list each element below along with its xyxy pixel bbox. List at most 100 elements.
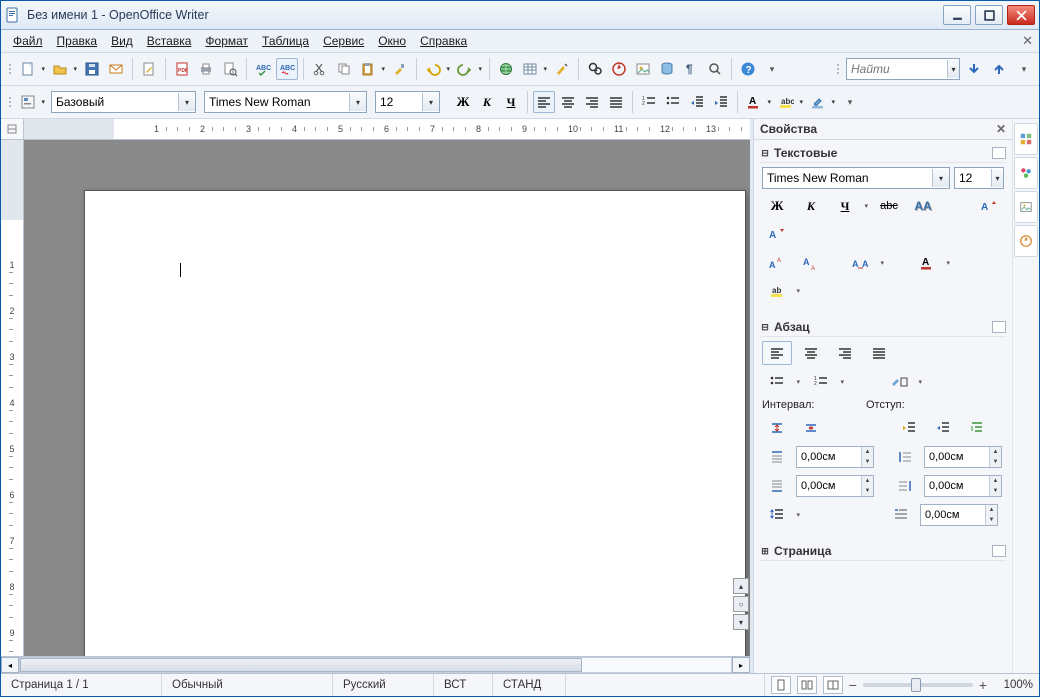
indent-before-input[interactable] bbox=[925, 447, 989, 467]
sidebar-bold-button[interactable]: Ж bbox=[762, 194, 792, 218]
save-button[interactable] bbox=[81, 58, 103, 80]
scroll-track[interactable] bbox=[19, 657, 732, 673]
find-prev-button[interactable] bbox=[988, 58, 1010, 80]
sidebar-superscript-button[interactable]: AA bbox=[762, 251, 792, 275]
styles-button[interactable] bbox=[17, 91, 47, 113]
show-draw-button[interactable] bbox=[551, 58, 573, 80]
para-bullets-button[interactable] bbox=[762, 370, 802, 394]
menu-edit[interactable]: Правка bbox=[51, 32, 104, 50]
align-left-button[interactable] bbox=[533, 91, 555, 113]
horizontal-scrollbar[interactable]: ◂ ▸ bbox=[1, 656, 750, 673]
find-next-button[interactable] bbox=[963, 58, 985, 80]
font-size-combo[interactable]: ▾ bbox=[375, 91, 440, 113]
status-page[interactable]: Страница 1 / 1 bbox=[1, 674, 162, 696]
font-name-combo[interactable]: ▾ bbox=[204, 91, 367, 113]
view-multi-page-button[interactable] bbox=[797, 676, 817, 694]
sidebar-font-color-button[interactable]: A bbox=[912, 251, 952, 275]
status-insert-mode[interactable]: ВСТ bbox=[434, 674, 493, 696]
align-center-button[interactable] bbox=[557, 91, 579, 113]
increase-indent-button[interactable] bbox=[710, 91, 732, 113]
sidebar-underline-button[interactable]: Ч bbox=[830, 194, 870, 218]
paragraph-style-combo[interactable]: ▾ bbox=[51, 91, 196, 113]
find-combo[interactable]: ▾ bbox=[846, 58, 960, 80]
space-above-input[interactable] bbox=[797, 447, 861, 467]
menu-help[interactable]: Справка bbox=[414, 32, 473, 50]
para-space-inc-button[interactable] bbox=[762, 416, 792, 440]
align-justify-button[interactable] bbox=[605, 91, 627, 113]
horizontal-ruler[interactable]: 123456789101112131415 bbox=[1, 119, 750, 140]
chevron-down-icon[interactable]: ▾ bbox=[178, 93, 195, 111]
sidebar-tab-gallery[interactable] bbox=[1014, 191, 1038, 223]
para-numbering-button[interactable]: 12 bbox=[806, 370, 846, 394]
first-line-indent-spin[interactable]: ▲▼ bbox=[920, 504, 998, 526]
page[interactable] bbox=[84, 190, 746, 656]
chevron-down-icon[interactable]: ▾ bbox=[349, 93, 366, 111]
format-toolbar-overflow-icon[interactable]: ▾ bbox=[839, 91, 861, 113]
sidebar-char-spacing-button[interactable]: AA bbox=[846, 251, 886, 275]
menu-view[interactable]: Вид bbox=[105, 32, 139, 50]
menu-tools[interactable]: Сервис bbox=[317, 32, 370, 50]
scroll-right-button[interactable]: ▸ bbox=[732, 657, 750, 673]
status-selection-mode[interactable]: СТАНД bbox=[493, 674, 566, 696]
space-above-spin[interactable]: ▲▼ bbox=[796, 446, 874, 468]
toolbar-grip[interactable] bbox=[7, 64, 13, 74]
help-button[interactable]: ? bbox=[737, 58, 759, 80]
sidebar-shrink-font-button[interactable]: A bbox=[762, 222, 792, 246]
panel-close-icon[interactable]: ✕ bbox=[996, 122, 1006, 136]
sidebar-italic-button[interactable]: К bbox=[796, 194, 826, 218]
background-color-button[interactable] bbox=[807, 91, 837, 113]
sidebar-font-name-combo[interactable]: ▾ bbox=[762, 167, 950, 189]
table-button[interactable] bbox=[519, 58, 549, 80]
para-align-justify-button[interactable] bbox=[864, 341, 894, 365]
sidebar-tab-styles[interactable] bbox=[1014, 157, 1038, 189]
status-page-style[interactable]: Обычный bbox=[162, 674, 333, 696]
underline-button[interactable]: Ч bbox=[500, 91, 522, 113]
spin-up[interactable]: ▲ bbox=[862, 447, 873, 457]
maximize-button[interactable] bbox=[975, 5, 1003, 25]
sidebar-highlight-button[interactable]: ab bbox=[762, 279, 802, 303]
sidebar-grow-font-button[interactable]: A bbox=[974, 194, 1004, 218]
hyperlink-button[interactable] bbox=[495, 58, 517, 80]
indent-before-spin[interactable]: ▲▼ bbox=[924, 446, 1002, 468]
nonprinting-chars-button[interactable]: ¶ bbox=[680, 58, 702, 80]
zoom-button[interactable] bbox=[704, 58, 726, 80]
redo-button[interactable] bbox=[454, 58, 484, 80]
chevron-down-icon[interactable]: ▾ bbox=[947, 60, 959, 78]
spin-up[interactable]: ▲ bbox=[990, 447, 1001, 457]
prev-page-button[interactable]: ▴ bbox=[733, 578, 749, 594]
find-input[interactable] bbox=[847, 60, 947, 78]
para-align-right-button[interactable] bbox=[830, 341, 860, 365]
para-align-center-button[interactable] bbox=[796, 341, 826, 365]
new-document-button[interactable] bbox=[17, 58, 47, 80]
chevron-down-icon[interactable]: ▾ bbox=[422, 93, 439, 111]
font-size-input[interactable] bbox=[376, 93, 422, 111]
italic-button[interactable]: К bbox=[476, 91, 498, 113]
open-button[interactable] bbox=[49, 58, 79, 80]
data-sources-button[interactable] bbox=[656, 58, 678, 80]
sidebar-tab-properties[interactable] bbox=[1014, 123, 1038, 155]
section-more-icon[interactable] bbox=[992, 321, 1006, 333]
zoom-in-icon[interactable]: + bbox=[979, 677, 987, 693]
document-close-icon[interactable]: ✕ bbox=[1022, 33, 1033, 49]
email-button[interactable] bbox=[105, 58, 127, 80]
toolbar-overflow-icon[interactable]: ▾ bbox=[761, 58, 783, 80]
chevron-down-icon[interactable]: ▾ bbox=[991, 169, 1003, 187]
next-page-button[interactable]: ▾ bbox=[733, 614, 749, 630]
first-line-indent-input[interactable] bbox=[921, 505, 985, 525]
nav-select-button[interactable]: ○ bbox=[733, 596, 749, 612]
toolbar-grip[interactable] bbox=[7, 97, 13, 107]
indent-after-input[interactable] bbox=[925, 476, 989, 496]
find-toolbar-overflow-icon[interactable]: ▾ bbox=[1013, 58, 1035, 80]
spin-down[interactable]: ▼ bbox=[990, 457, 1001, 467]
zoom-slider[interactable] bbox=[863, 683, 973, 687]
view-single-page-button[interactable] bbox=[771, 676, 791, 694]
menu-table[interactable]: Таблица bbox=[256, 32, 315, 50]
document-canvas[interactable]: ▴ ○ ▾ bbox=[24, 140, 750, 656]
menu-window[interactable]: Окно bbox=[372, 32, 412, 50]
spin-down[interactable]: ▼ bbox=[862, 457, 873, 467]
auto-spellcheck-button[interactable]: ABC bbox=[276, 58, 298, 80]
para-indent-dec-button[interactable] bbox=[928, 416, 958, 440]
section-header-paragraph[interactable]: ⊟ Абзац bbox=[760, 318, 1006, 337]
chevron-down-icon[interactable]: ▾ bbox=[932, 169, 949, 187]
para-indent-inc-button[interactable] bbox=[894, 416, 924, 440]
